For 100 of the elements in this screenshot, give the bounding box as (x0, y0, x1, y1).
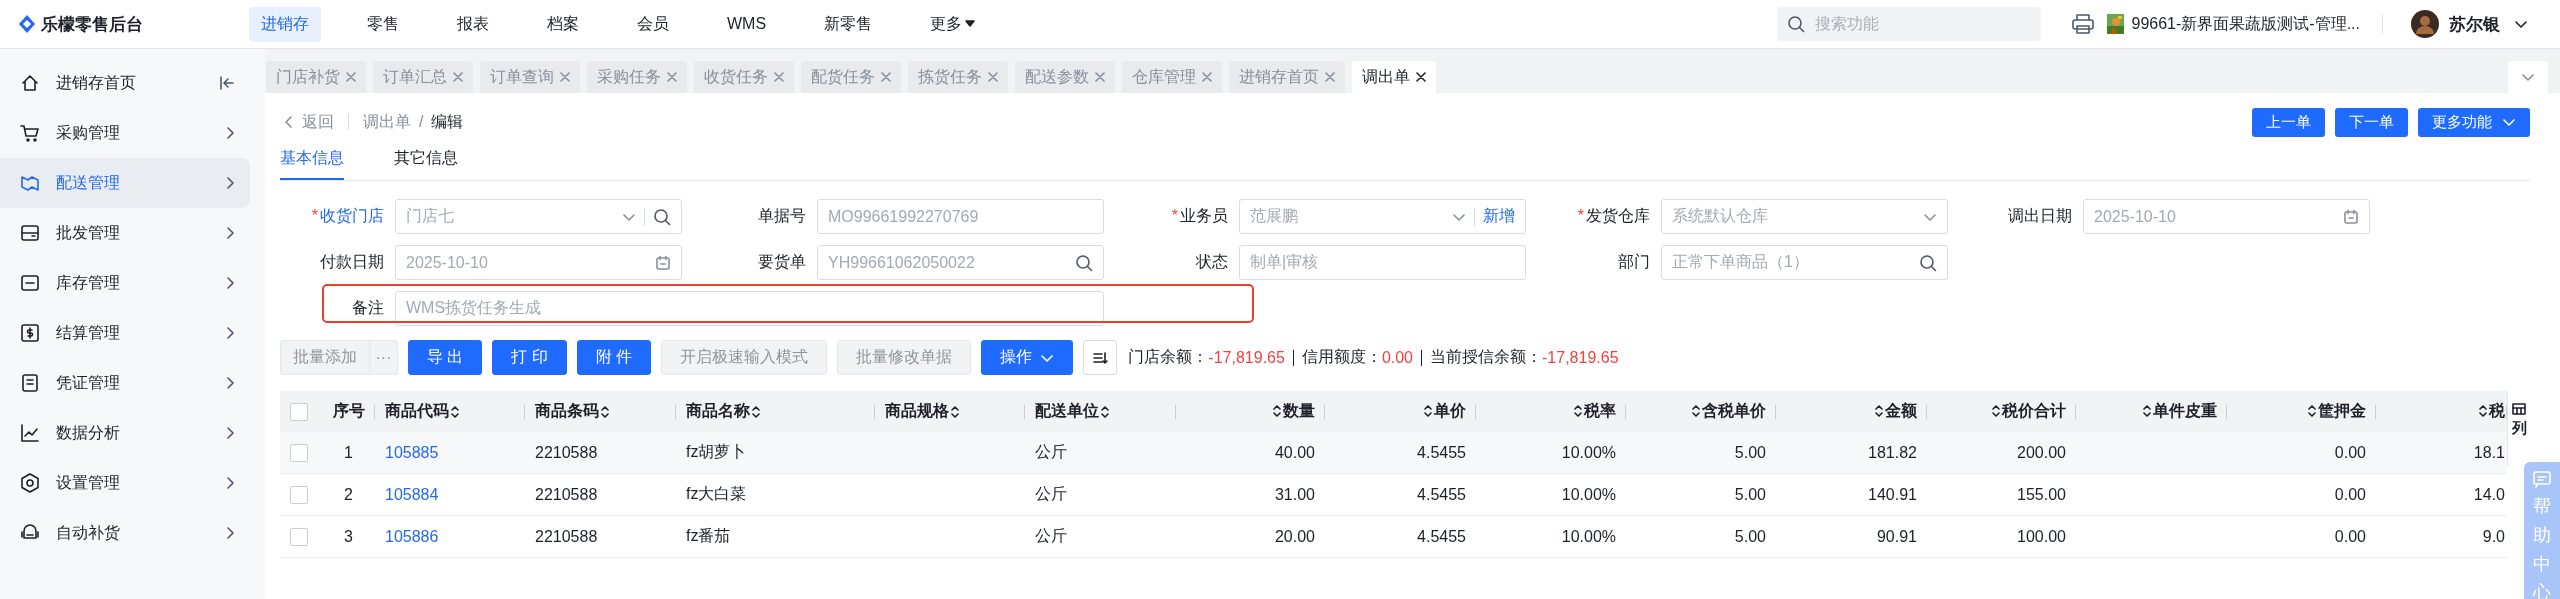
sort-icon[interactable] (951, 404, 959, 419)
dollar-icon (20, 323, 40, 343)
tab[interactable]: 拣货任务 (908, 61, 1008, 93)
column-header[interactable]: 税率 (1574, 400, 1616, 422)
nav-item[interactable]: 新零售 (812, 6, 885, 42)
sort-icon[interactable] (2143, 404, 2151, 419)
tab[interactable]: 基本信息 (280, 138, 344, 180)
nav-button[interactable]: 上一单 (2252, 107, 2325, 137)
add-link[interactable]: 新增 (1483, 206, 1515, 227)
action-button[interactable]: 打 印 (492, 340, 567, 375)
table-cell: 公斤 (1035, 485, 1067, 502)
tab[interactable]: 仓库管理 (1122, 61, 1222, 93)
column-header[interactable]: 单价 (1424, 400, 1466, 422)
table-cell: 10.00% (1561, 485, 1616, 503)
product-code-link[interactable]: 105886 (385, 527, 439, 545)
column-header[interactable]: 税 (2479, 400, 2505, 422)
nav-item[interactable]: 更多 (918, 6, 988, 42)
avatar-icon[interactable] (2411, 10, 2439, 38)
sort-icon[interactable] (1273, 404, 1281, 419)
table-cell: 0.00 (2334, 485, 2366, 503)
column-header[interactable]: 商品名称 (686, 401, 760, 422)
sidebar-item[interactable]: 结算管理 (0, 308, 250, 358)
close-icon[interactable] (1416, 72, 1426, 82)
checkbox[interactable] (290, 527, 308, 546)
sort-icon[interactable] (1875, 404, 1883, 419)
nav-item[interactable]: 进销存 (249, 6, 321, 42)
operation-button[interactable]: 操作 (981, 340, 1074, 375)
sort-icon[interactable] (601, 404, 609, 419)
nav-item[interactable]: 会员 (625, 6, 681, 42)
field-label: 调出日期 (2007, 206, 2072, 226)
sidebar-item[interactable]: 配送管理 (0, 158, 250, 208)
table-cell: 2 (344, 485, 353, 503)
sort-icon[interactable] (752, 404, 760, 419)
sidebar-item[interactable]: 采购管理 (0, 108, 250, 158)
sort-icon[interactable] (2479, 404, 2487, 419)
sort-icon[interactable] (2308, 404, 2316, 419)
sort-icon[interactable] (1692, 404, 1700, 419)
breadcrumb-link[interactable]: 调出单 (363, 111, 411, 133)
action-button[interactable]: 导 出 (408, 340, 483, 375)
search-field[interactable]: 搜索功能 (1776, 7, 2041, 41)
user-name[interactable]: 苏尔银 (2449, 12, 2500, 36)
tab[interactable]: 订单汇总 (373, 61, 473, 93)
sidebar-item[interactable]: 进销存首页 (0, 58, 250, 108)
table-cell: 4.5455 (1417, 527, 1466, 545)
column-settings-button[interactable]: 列 (2507, 391, 2530, 466)
sort-icon[interactable] (1992, 404, 2000, 419)
chevron-right-icon (225, 176, 235, 190)
tab[interactable]: 配送参数 (1015, 61, 1115, 93)
document-icon (20, 373, 40, 393)
table-cell: 10.00% (1561, 527, 1616, 545)
nav-button[interactable]: 下一单 (2335, 107, 2408, 137)
tab[interactable]: 收货任务 (694, 61, 794, 93)
sort-icon[interactable] (1424, 404, 1432, 419)
sort-icon[interactable] (1574, 404, 1582, 419)
nav-item[interactable]: 档案 (535, 6, 591, 42)
table-cell: 20.00 (1274, 527, 1315, 545)
tab[interactable]: 配货任务 (801, 61, 901, 93)
nav-item[interactable]: 零售 (355, 6, 411, 42)
field-label: 要货单 (757, 252, 806, 272)
map-icon (20, 173, 40, 193)
nav-item[interactable]: WMS (715, 6, 779, 42)
product-code-link[interactable]: 105885 (385, 443, 439, 461)
sidebar-item[interactable]: 库存管理 (0, 258, 250, 308)
tab[interactable]: 其它信息 (394, 138, 458, 180)
column-header[interactable]: 数量 (1273, 400, 1315, 422)
sidebar-item[interactable]: 设置管理 (0, 458, 250, 508)
table-cell: 31.00 (1274, 485, 1315, 503)
cart-icon (20, 123, 40, 143)
sort-icon[interactable] (451, 404, 459, 419)
sort-order-button[interactable] (1083, 340, 1118, 375)
chevron-right-icon (225, 326, 235, 340)
table-cell: 2210588 (535, 485, 598, 503)
select-field[interactable]: 范展鹏 新增 (1239, 199, 1526, 234)
nav-item[interactable]: 报表 (445, 6, 501, 42)
sidebar-item[interactable]: 凭证管理 (0, 358, 250, 408)
chevron-right-icon (225, 476, 235, 490)
columns-icon (2512, 403, 2526, 415)
product-code-link[interactable]: 105884 (385, 485, 439, 503)
table-cell: 4.5455 (1417, 443, 1466, 461)
store-name[interactable]: 99661-新界面果蔬版测试-管理... (2131, 13, 2360, 35)
tab[interactable]: 调出单 (1352, 61, 1436, 93)
printer-icon[interactable] (2070, 13, 2095, 35)
checkbox[interactable] (290, 485, 308, 504)
field-label-link[interactable]: *收货门店 (280, 206, 384, 227)
more-button[interactable]: 更多功能 (2418, 107, 2530, 137)
sidebar-item[interactable]: 批发管理 (0, 208, 250, 258)
tab[interactable]: 门店补货 (266, 61, 366, 93)
checkbox[interactable] (290, 402, 308, 421)
tab[interactable]: 采购任务 (587, 61, 687, 93)
tab[interactable]: 订单查询 (480, 61, 580, 93)
sort-icon[interactable] (1101, 404, 1109, 419)
checkbox[interactable] (290, 443, 308, 462)
table-cell: 2210588 (535, 527, 598, 545)
action-button[interactable]: 附 件 (576, 340, 652, 375)
sidebar-item[interactable]: 自动补货 (0, 508, 250, 558)
tab[interactable]: 进销存首页 (1229, 61, 1345, 93)
column-header[interactable]: 金额 (1875, 400, 1917, 422)
sidebar-item[interactable]: 数据分析 (0, 408, 250, 458)
field-label: 付款日期 (319, 252, 384, 272)
back-link[interactable]: 返回 (280, 111, 334, 133)
